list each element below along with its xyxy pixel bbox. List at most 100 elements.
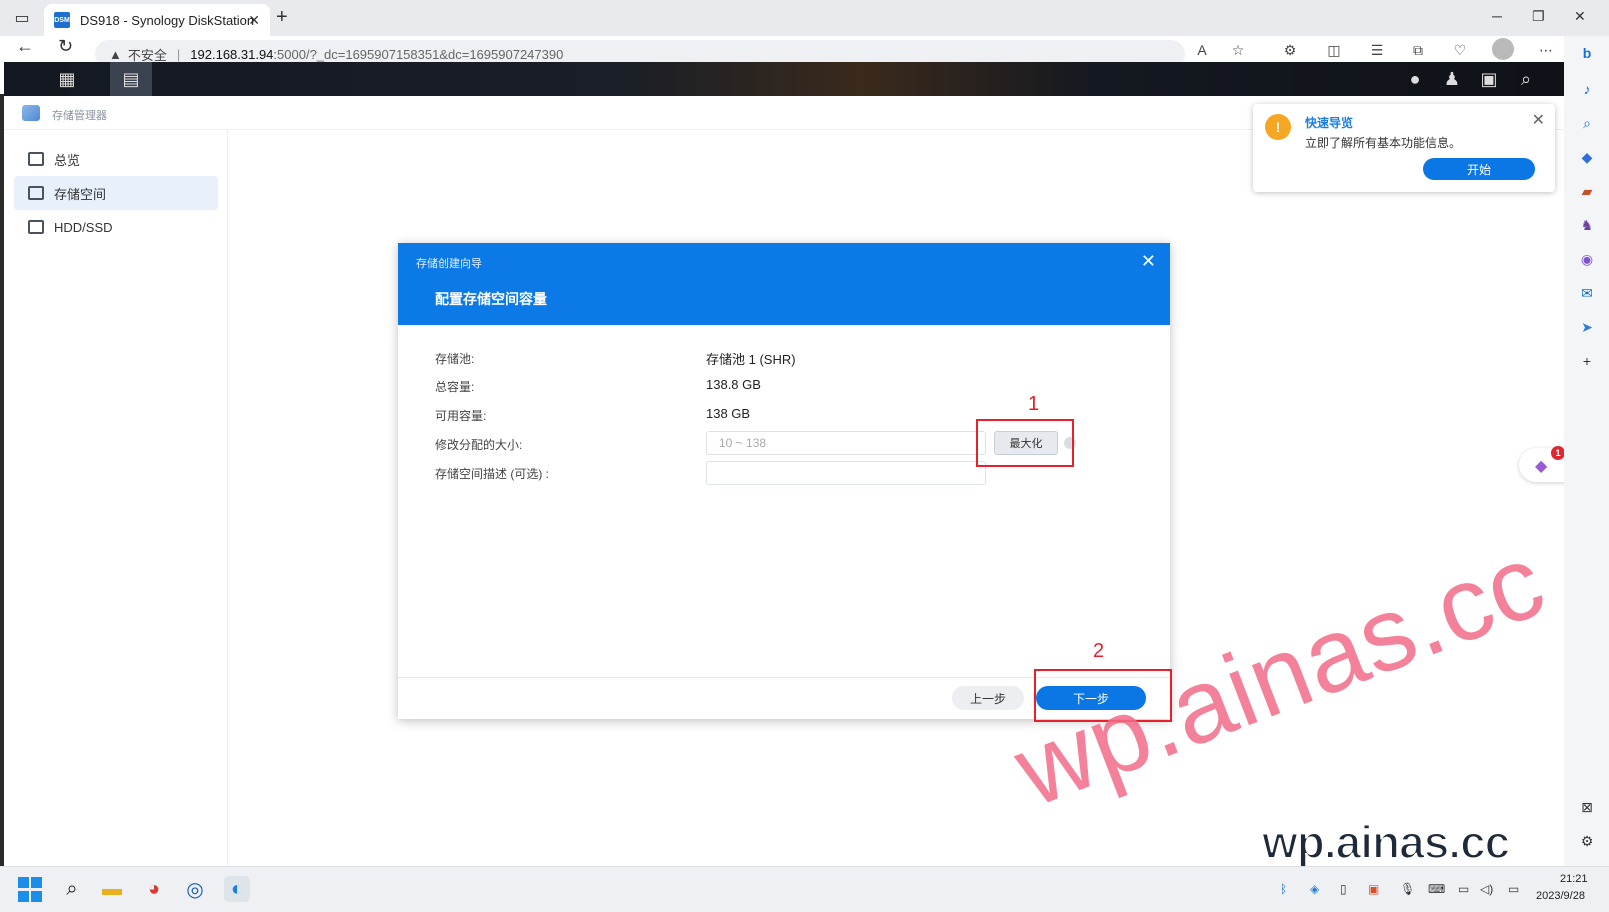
annotation-number-1: 1: [1028, 393, 1040, 415]
refresh-icon[interactable]: ↻: [58, 36, 73, 57]
wizard-step-title: 配置存储空间容量: [435, 291, 547, 307]
storage-wizard-dialog: 存储创建向导 ✕ 配置存储空间容量 存储池: 存储池 1 (SHR) 总容量: …: [398, 243, 1170, 719]
defender-icon[interactable]: ◈: [1310, 882, 1319, 896]
collections-icon[interactable]: ⧉: [1408, 40, 1428, 60]
microphone-icon[interactable]: 🎙︎: [1400, 882, 1415, 896]
taskbar-search-icon[interactable]: ⌕: [59, 876, 85, 902]
app-tray-icon[interactable]: ▣: [1368, 882, 1379, 896]
chrome-icon[interactable]: ◕: [141, 876, 167, 902]
dsm-taskbar: ▦ ▤ ● ♟ ▣ ⌕: [4, 62, 1564, 96]
annotation-box-1: [976, 419, 1074, 467]
quick-nav-start-button[interactable]: 开始: [1423, 158, 1535, 180]
keyboard-icon[interactable]: ⌨: [1428, 882, 1445, 896]
app-icon[interactable]: ◎: [182, 876, 208, 902]
tab-close-icon[interactable]: ✕: [248, 12, 260, 29]
label-available-capacity: 可用容量:: [435, 409, 487, 423]
hide-sidebar-icon[interactable]: ⊠: [1578, 798, 1596, 816]
add-sidebar-icon[interactable]: +: [1578, 352, 1596, 370]
minimize-icon[interactable]: ─: [1492, 8, 1502, 24]
favorite-star-icon[interactable]: ☆: [1228, 40, 1248, 60]
wizard-name: 存储创建向导: [416, 258, 482, 270]
storage-manager-icon: [22, 105, 40, 121]
notifications-icon[interactable]: ●: [1394, 62, 1436, 96]
hdd-icon: [28, 220, 44, 234]
url-host: 192.168.31.94: [190, 46, 274, 62]
more-menu-icon[interactable]: ⋯: [1536, 40, 1556, 60]
bing-copilot-icon[interactable]: b: [1578, 44, 1596, 62]
tab-title: DS918 - Synology DiskStation: [80, 12, 255, 28]
widgets-icon[interactable]: ▣: [1468, 62, 1510, 96]
battery-icon[interactable]: ▭: [1508, 882, 1519, 896]
dsm-search-icon[interactable]: ⌕: [1505, 62, 1547, 96]
storage-manager-app-icon[interactable]: ▤: [110, 62, 152, 96]
browser-tab-bar: ▭ DSM DS918 - Synology DiskStation ✕ + ─…: [0, 0, 1609, 36]
volume-icon[interactable]: ◁): [1480, 882, 1493, 896]
file-icon[interactable]: ▯: [1340, 882, 1347, 896]
extensions-icon[interactable]: ⚙: [1280, 40, 1300, 60]
tools-icon[interactable]: ▰: [1578, 182, 1596, 200]
notification-badge: 1: [1551, 446, 1565, 460]
network-icon[interactable]: ▭: [1458, 882, 1469, 896]
quick-nav-close-icon[interactable]: ✕: [1532, 110, 1545, 130]
sidebar-item-hdd-ssd[interactable]: HDD/SSD: [14, 210, 218, 244]
warning-icon: ▲: [109, 46, 122, 62]
window-close-icon[interactable]: ✕: [1574, 8, 1586, 25]
wizard-close-icon[interactable]: ✕: [1141, 251, 1156, 272]
m365-icon[interactable]: ◉: [1578, 250, 1596, 268]
balloon-icon: ◆: [1535, 458, 1548, 475]
clock-time[interactable]: 21:21: [1560, 873, 1588, 885]
description-input[interactable]: [706, 461, 986, 485]
edge-icon[interactable]: ◐: [224, 876, 250, 902]
sidebar-item-label: 存储空间: [54, 186, 107, 202]
value-available-capacity: 138 GB: [706, 406, 751, 421]
label-total-capacity: 总容量:: [435, 380, 475, 394]
sidebar-item-overview[interactable]: 总览: [14, 142, 218, 176]
synology-favicon-icon: DSM: [54, 12, 70, 28]
sidebar-item-storage[interactable]: 存储空间: [14, 176, 218, 210]
annotation-number-2: 2: [1093, 640, 1105, 662]
overview-icon: [28, 152, 44, 166]
url-separator: |: [176, 46, 181, 62]
quick-nav-text: 立即了解所有基本功能信息。: [1305, 136, 1462, 150]
sidebar-settings-icon[interactable]: ⚙: [1578, 832, 1596, 850]
label-allocated-size: 修改分配的大小:: [435, 438, 523, 452]
value-total-capacity: 138.8 GB: [706, 377, 761, 392]
back-icon[interactable]: ←: [16, 36, 34, 57]
profile-avatar[interactable]: [1492, 38, 1514, 60]
bluetooth-icon[interactable]: ᛒ: [1280, 882, 1287, 896]
shopping-icon[interactable]: ◆: [1578, 148, 1596, 166]
file-explorer-icon[interactable]: ▬: [99, 876, 125, 902]
read-aloud-icon[interactable]: A: [1192, 40, 1212, 60]
main-menu-icon[interactable]: ▦: [46, 62, 88, 96]
clock-date[interactable]: 2023/9/28: [1536, 890, 1585, 902]
allocated-size-input[interactable]: 10 ~ 138: [706, 431, 986, 455]
value-storage-pool: 存储池 1 (SHR): [706, 352, 796, 367]
sidebar: 总览 存储空间 HDD/SSD: [4, 130, 228, 866]
drop-icon[interactable]: ➤: [1578, 318, 1596, 336]
quick-nav-title: 快速导览: [1305, 116, 1354, 130]
lightbulb-icon: !: [1265, 114, 1291, 140]
label-description: 存储空间描述 (可选) :: [435, 467, 549, 481]
sidebar-item-label: 总览: [54, 152, 81, 168]
favorites-icon[interactable]: ☰: [1367, 40, 1387, 60]
maximize-icon[interactable]: ❐: [1532, 8, 1545, 25]
browser-tab-active[interactable]: DSM DS918 - Synology DiskStation ✕: [44, 4, 270, 36]
quick-nav-popup: ! 快速导览 立即了解所有基本功能信息。 ✕ 开始: [1253, 104, 1555, 192]
windows-start-icon[interactable]: [17, 876, 43, 902]
storage-icon: [28, 186, 44, 200]
edge-sidebar: b ♪ ⌕ ◆ ▰ ♞ ◉ ✉ ➤ + ⊠ ⚙: [1564, 36, 1609, 866]
browser-essentials-icon[interactable]: ♡: [1450, 40, 1470, 60]
bell-icon[interactable]: ♪: [1578, 80, 1596, 98]
split-screen-icon[interactable]: ◫: [1324, 40, 1344, 60]
window-title: 存储管理器: [52, 110, 107, 122]
user-icon[interactable]: ♟: [1431, 62, 1473, 96]
feedback-float-button[interactable]: ◆ 1: [1519, 446, 1567, 482]
new-tab-icon[interactable]: +: [276, 6, 288, 29]
games-icon[interactable]: ♞: [1578, 216, 1596, 234]
outlook-icon[interactable]: ✉: [1578, 284, 1596, 302]
edge-search-icon[interactable]: ⌕: [1578, 114, 1596, 132]
tab-actions-icon[interactable]: ▭: [12, 8, 32, 28]
previous-button[interactable]: 上一步: [952, 686, 1024, 710]
sidebar-item-label: HDD/SSD: [54, 219, 113, 235]
wizard-header: 存储创建向导 ✕ 配置存储空间容量: [398, 243, 1170, 325]
